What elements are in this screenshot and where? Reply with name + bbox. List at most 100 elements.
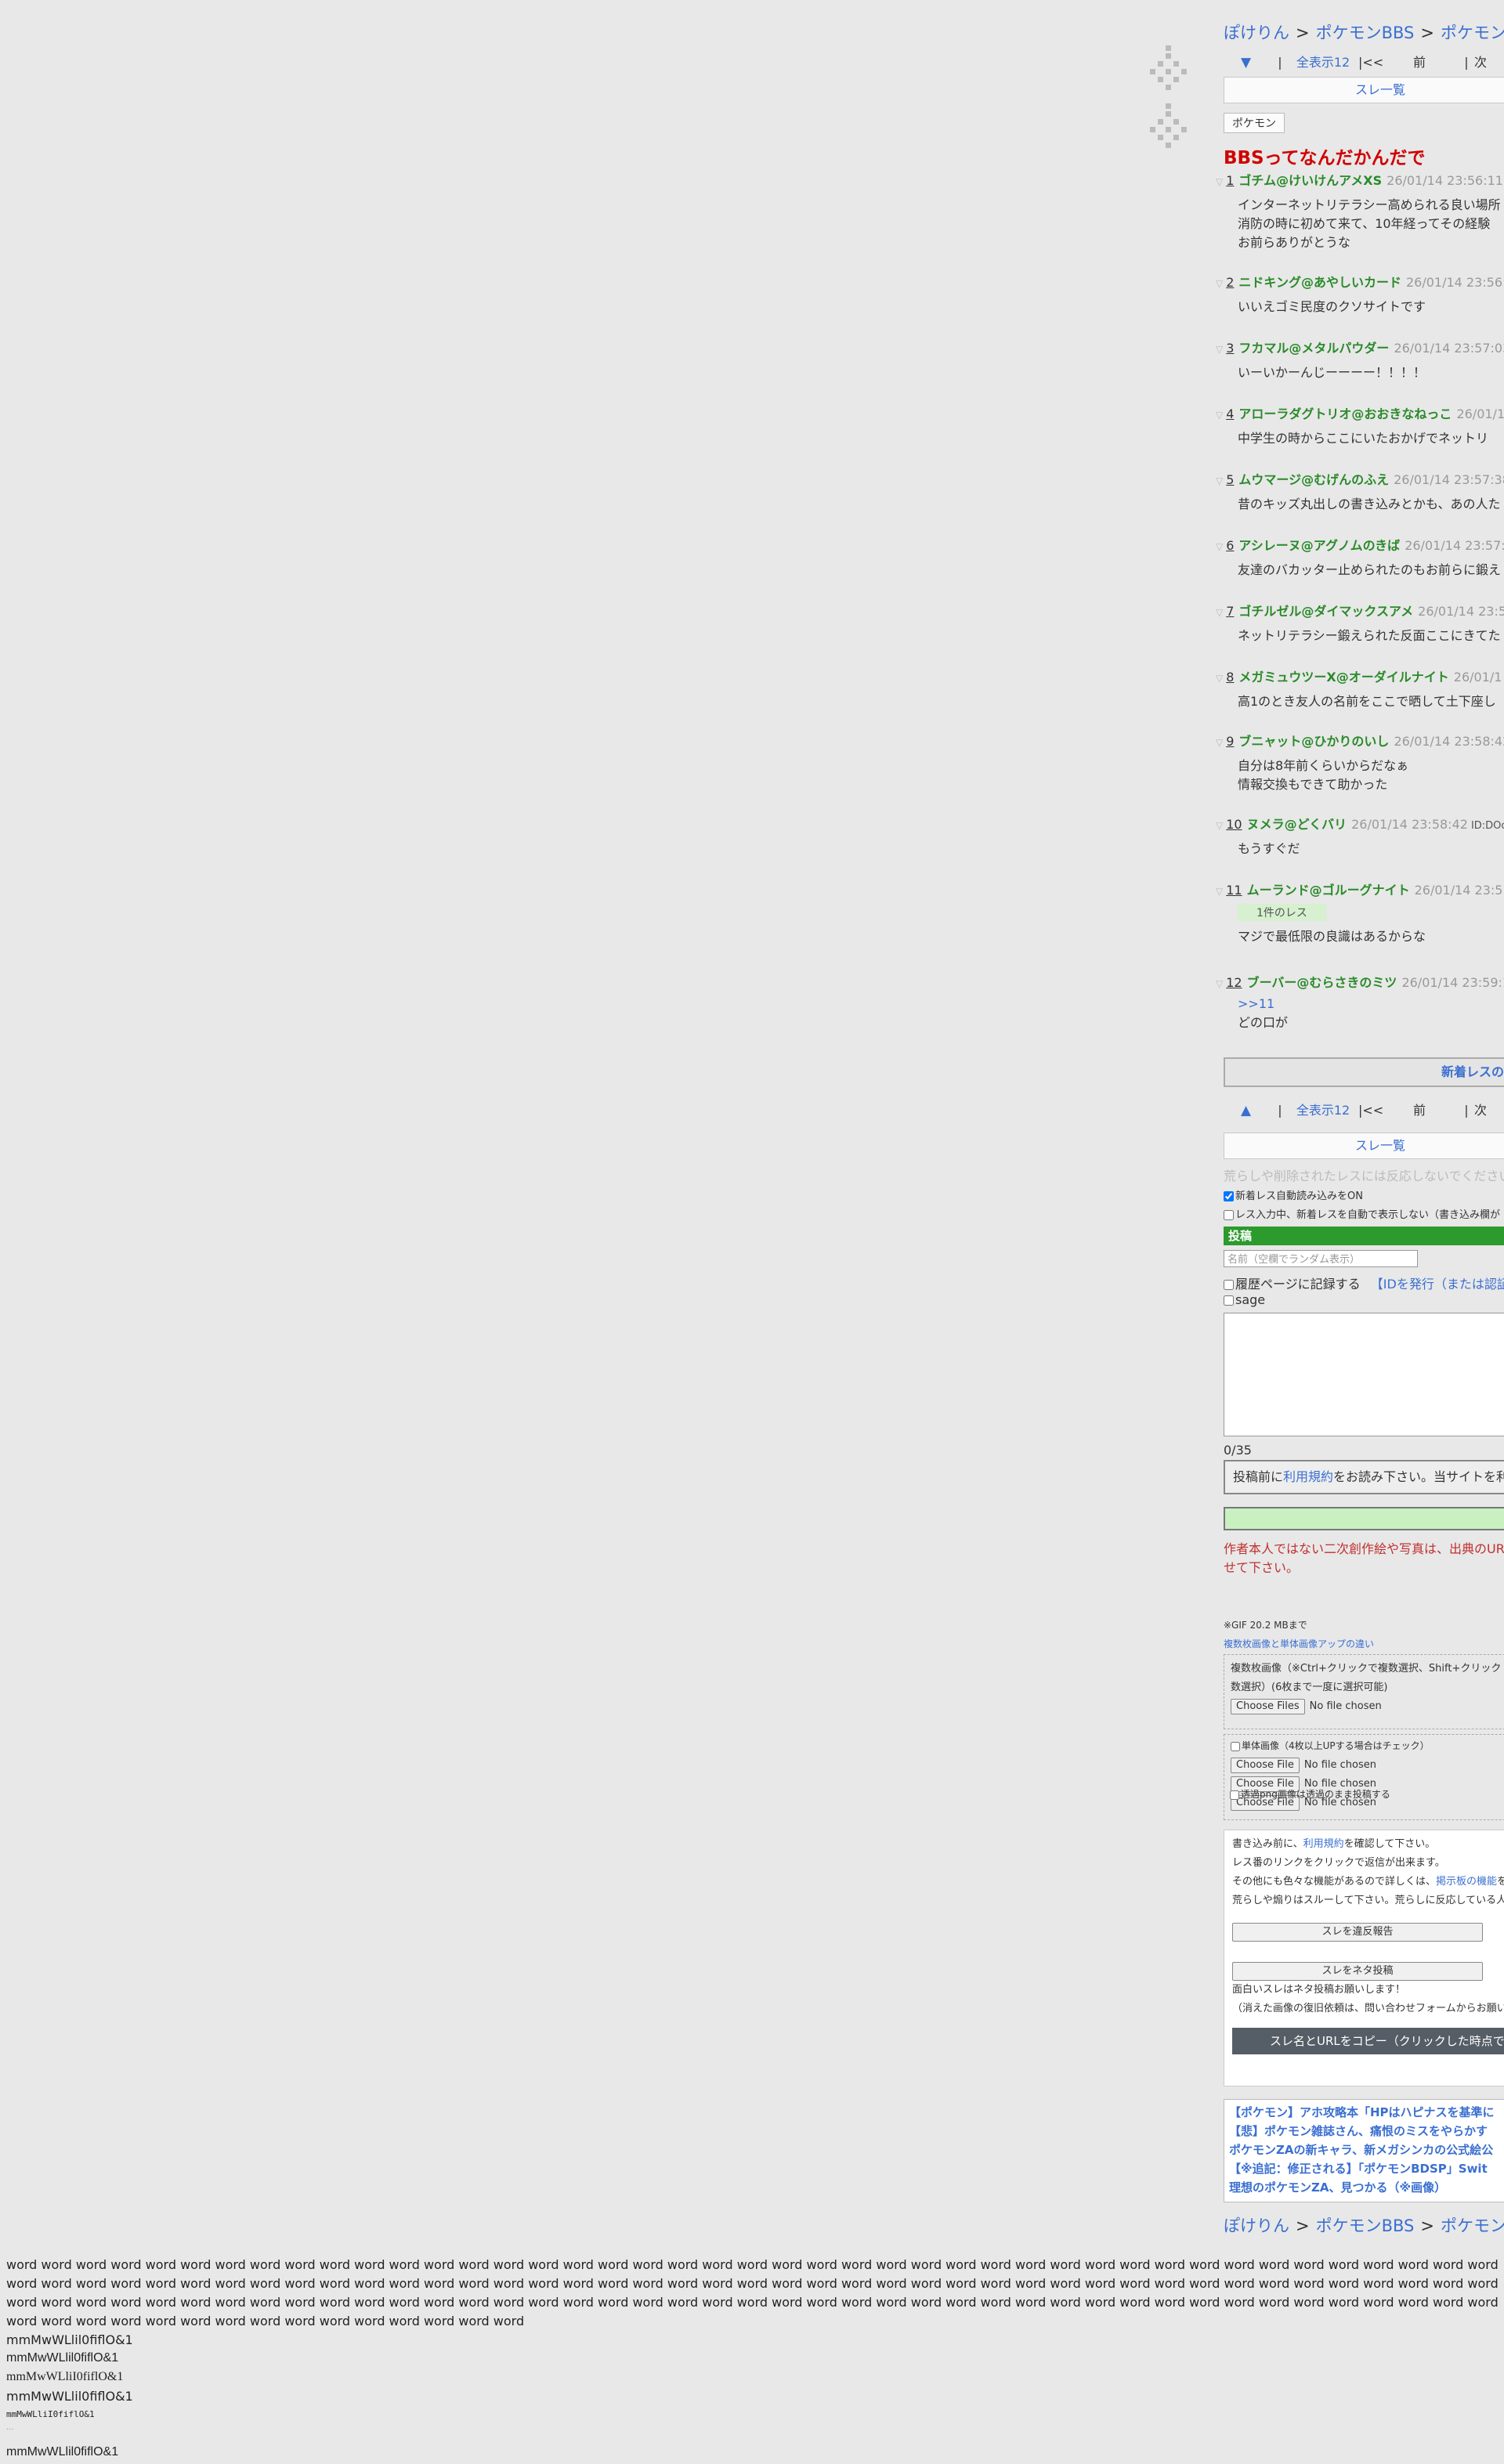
post-number[interactable]: 7 xyxy=(1226,604,1234,619)
first-page-link[interactable]: |<< xyxy=(1358,1103,1413,1118)
post: ▽ 3 フカマル@メタルパウダー 26/01/14 23:57:03 いーいかーんじー… xyxy=(1216,340,1504,382)
auto-load-checkbox[interactable] xyxy=(1224,1191,1234,1201)
poster-name: ゴチム@けいけんアメXS xyxy=(1238,173,1383,188)
collapse-triangle-icon[interactable]: ▽ xyxy=(1216,886,1223,897)
next-page-link[interactable]: 次 xyxy=(1474,52,1487,70)
poster-name: アシレーヌ@アグノムのきば xyxy=(1238,538,1401,553)
first-page-link[interactable]: |<< xyxy=(1358,55,1413,70)
file-status: No file chosen xyxy=(1309,1700,1382,1712)
show-all-link[interactable]: 全表示12 xyxy=(1288,52,1358,70)
related-thread-link[interactable]: 【悲】ポケモン雑誌さん、痛恨のミスをやらかす xyxy=(1229,2122,1504,2141)
post-number[interactable]: 9 xyxy=(1226,734,1234,749)
thread-list-button[interactable]: スレ一覧 xyxy=(1224,1133,1504,1159)
collapse-triangle-icon[interactable]: ▽ xyxy=(1216,737,1223,748)
neta-post-button[interactable]: スレをネタ投稿 xyxy=(1232,1962,1483,1981)
post-number[interactable]: 8 xyxy=(1226,670,1234,685)
next-page-link[interactable]: 次 xyxy=(1474,1100,1487,1118)
terms-text: 投稿前に xyxy=(1233,1469,1284,1484)
post-number[interactable]: 6 xyxy=(1226,538,1234,553)
post-number[interactable]: 12 xyxy=(1226,975,1242,990)
category-tag[interactable]: ポケモン xyxy=(1224,113,1285,133)
post-date: 26/01/14 23:5 xyxy=(1414,883,1503,898)
name-field[interactable]: 名前（空欄でランダム表示） xyxy=(1224,1250,1418,1267)
reply-count-badge[interactable]: 1件のレス xyxy=(1238,904,1326,921)
issue-id-link[interactable]: 【IDを発行（または認証 xyxy=(1371,1277,1504,1292)
prev-page-link[interactable]: 前 xyxy=(1413,1100,1459,1118)
breadcrumb-category[interactable]: ポケモン xyxy=(1441,2217,1504,2235)
related-thread-link[interactable]: 【※追記：修正される】「ポケモンBDSP」Swit xyxy=(1229,2159,1504,2178)
ignore-trolls-note: 荒らしや削除されたレスには反応しないでください xyxy=(1224,1169,1504,1183)
collapse-triangle-icon[interactable]: ▽ xyxy=(1216,541,1223,552)
collapse-triangle-icon[interactable]: ▽ xyxy=(1216,410,1223,421)
post-number[interactable]: 10 xyxy=(1226,817,1242,832)
breadcrumb-footer: ぽけりん > ポケモンBBS > ポケモン xyxy=(1224,2213,1504,2237)
post-number[interactable]: 5 xyxy=(1226,472,1234,487)
choose-files-button[interactable]: Choose Files xyxy=(1231,1699,1305,1714)
info-text: レス番のリンクをクリックで返信が出来ます。 xyxy=(1232,1857,1445,1869)
breadcrumb-home[interactable]: ぽけりん xyxy=(1224,23,1289,42)
related-thread-link[interactable]: 理想のポケモンZA、見つかる（※画像） xyxy=(1229,2178,1504,2197)
info-box: 書き込み前に、利用規約を確認して下さい。 レス番のリンクをクリックで返信が出来ま… xyxy=(1224,1830,1504,2086)
history-checkbox[interactable] xyxy=(1224,1280,1234,1290)
no-show-checkbox[interactable] xyxy=(1224,1210,1234,1220)
decorative-cross-pattern xyxy=(1145,103,1192,150)
post-date: 26/01/14 23:57:38 xyxy=(1394,472,1504,487)
post-body-line: マジで最低限の良識はあるからな xyxy=(1238,929,1426,944)
post-body-line: 友達のバカッター止められたのもお前らに鍛え xyxy=(1238,562,1502,577)
no-show-label: レス入力中、新着レスを自動で表示しない（書き込み欄が xyxy=(1235,1209,1501,1221)
terms-link[interactable]: 利用規約 xyxy=(1283,1469,1333,1484)
post: ▽ 7 ゴチルゼル@ダイマックスアメ 26/01/14 23:5 ネットリテラシー鍛え… xyxy=(1216,603,1504,645)
thread-list-button[interactable]: スレ一覧 xyxy=(1224,77,1504,103)
font-sample: mmMwWLlil0fiflO&1 xyxy=(6,2389,133,2404)
breadcrumb-home[interactable]: ぽけりん xyxy=(1224,2217,1289,2235)
scroll-down-arrow-icon[interactable]: ▼ xyxy=(1241,55,1272,70)
breadcrumb-bbs[interactable]: ポケモンBBS xyxy=(1316,2217,1415,2235)
sage-checkbox[interactable] xyxy=(1224,1295,1234,1306)
terms-link[interactable]: 利用規約 xyxy=(1303,1838,1344,1850)
no-show-option: レス入力中、新着レスを自動で表示しない（書き込み欄が xyxy=(1224,1206,1500,1221)
collapse-triangle-icon[interactable]: ▽ xyxy=(1216,344,1223,355)
choose-file-button[interactable]: Choose File xyxy=(1231,1758,1300,1773)
show-all-link[interactable]: 全表示12 xyxy=(1288,1100,1358,1118)
bbs-features-link[interactable]: 掲示板の機能 xyxy=(1436,1876,1497,1888)
single-upload-checkbox[interactable] xyxy=(1231,1741,1240,1751)
post-date: 26/01/14 23:59:1 xyxy=(1401,975,1504,990)
collapse-triangle-icon[interactable]: ▽ xyxy=(1216,607,1223,618)
breadcrumb-category[interactable]: ポケモン xyxy=(1441,23,1504,42)
post: ▽ 4 アローラダグトリオ@おおきなねっこ 26/01/1 中学生の時からここにいたお… xyxy=(1216,406,1504,448)
prev-page-link[interactable]: 前 xyxy=(1413,52,1459,70)
post-number[interactable]: 2 xyxy=(1226,275,1234,290)
info-text: 書き込み前に、 xyxy=(1232,1838,1303,1850)
post-number[interactable]: 11 xyxy=(1226,883,1242,898)
breadcrumb-bbs[interactable]: ポケモンBBS xyxy=(1316,23,1415,42)
post-number[interactable]: 3 xyxy=(1226,341,1234,356)
post-body-textarea[interactable] xyxy=(1224,1313,1504,1436)
multi-upload-desc: 数選択）(6枚まで一度に選択可能) xyxy=(1231,1682,1388,1693)
post: ▽ 9 ブニャット@ひかりのいし 26/01/14 23:58:42 自分は8年前くら… xyxy=(1216,733,1504,794)
collapse-triangle-icon[interactable]: ▽ xyxy=(1216,978,1223,989)
post-number[interactable]: 1 xyxy=(1226,173,1234,188)
report-thread-button[interactable]: スレを違反報告 xyxy=(1232,1923,1483,1942)
scroll-up-arrow-icon[interactable]: ▲ xyxy=(1241,1103,1272,1118)
related-thread-link[interactable]: 【ポケモン】アホ攻略本「HPはハピナスを基準に xyxy=(1229,2103,1504,2122)
collapse-triangle-icon[interactable]: ▽ xyxy=(1216,278,1223,289)
post-body-line: インターネットリテラシー高められる良い場所 xyxy=(1238,197,1501,212)
post-date: 26/01/14 23:58:42 xyxy=(1351,817,1468,832)
collapse-triangle-icon[interactable]: ▽ xyxy=(1216,475,1223,486)
reply-anchor-link[interactable]: >>11 xyxy=(1238,995,1504,1013)
collapse-triangle-icon[interactable]: ▽ xyxy=(1216,176,1223,187)
sage-label: sage xyxy=(1235,1292,1266,1307)
upload-diff-link[interactable]: 複数枚画像と単体画像アップの違い xyxy=(1224,1637,1374,1650)
collapse-triangle-icon[interactable]: ▽ xyxy=(1216,820,1223,831)
post-date: 26/01/14 23:57: xyxy=(1405,538,1504,553)
post-number[interactable]: 4 xyxy=(1226,406,1234,421)
related-thread-link[interactable]: ポケモンZAの新キャラ、新メガシンカの公式絵公 xyxy=(1229,2141,1504,2159)
collapse-triangle-icon[interactable]: ▽ xyxy=(1216,673,1223,684)
post: ▽ 5 ムウマージ@むげんのふえ 26/01/14 23:57:38 昔のキッズ丸出し… xyxy=(1216,471,1504,514)
submit-button[interactable] xyxy=(1224,1507,1504,1530)
png-checkbox[interactable] xyxy=(1230,1790,1239,1800)
poster-name: ブニャット@ひかりのいし xyxy=(1238,734,1390,749)
copy-thread-url-button[interactable]: スレ名とURLをコピー（クリックした時点で xyxy=(1232,2028,1504,2054)
new-reply-check-button[interactable]: 新着レスの確認 xyxy=(1224,1057,1504,1087)
post: ▽ 8 メガミュウツーX@オーダイルナイト 26/01/1 高1のとき友人の名前をここ… xyxy=(1216,669,1504,711)
